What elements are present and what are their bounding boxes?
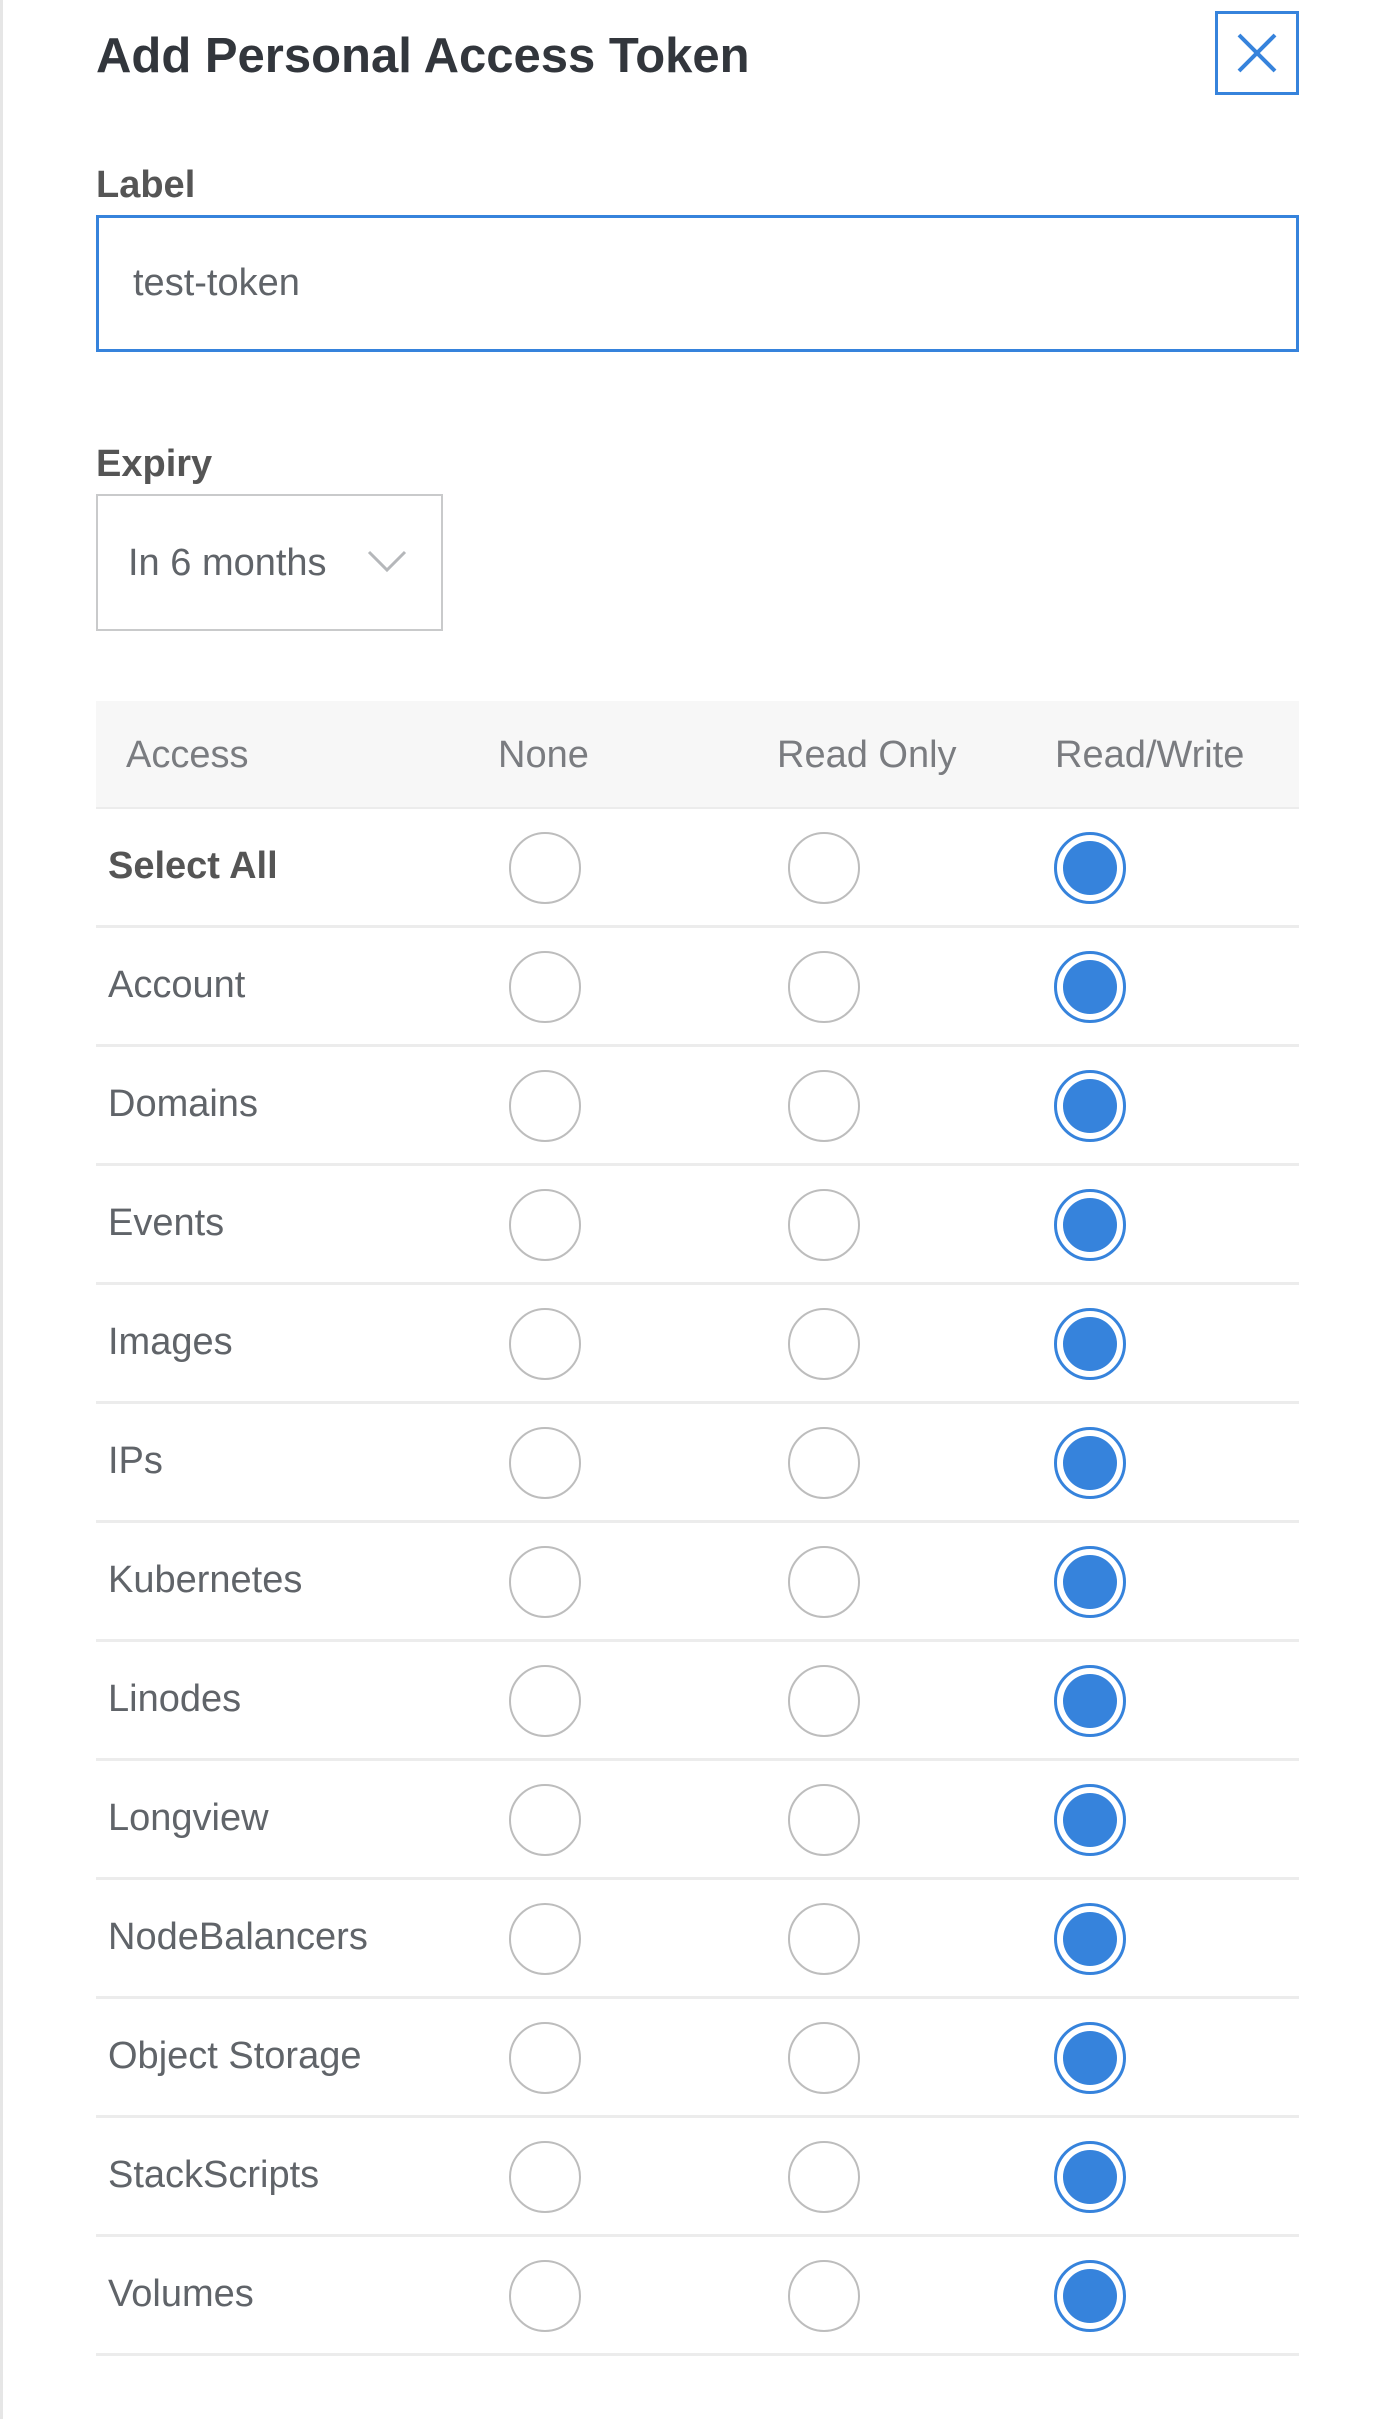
- radio-linodes-none[interactable]: [509, 1665, 581, 1737]
- row-label-account: Account: [108, 964, 246, 1006]
- radio-select-all-read-write[interactable]: [1054, 832, 1126, 904]
- header-read-write: Read/Write: [1055, 734, 1245, 776]
- add-token-drawer: Add Personal Access Token Label Expiry I…: [0, 0, 1388, 2419]
- radio-checked-dot: [1063, 2150, 1117, 2204]
- radio-stackscripts-none[interactable]: [509, 2141, 581, 2213]
- radio-select-all-none[interactable]: [509, 832, 581, 904]
- row-label-longview: Longview: [108, 1797, 269, 1839]
- row-label-events: Events: [108, 1202, 225, 1244]
- radio-volumes-read-write[interactable]: [1054, 2260, 1126, 2332]
- radio-nodebalancers-none[interactable]: [509, 1903, 581, 1975]
- radio-stackscripts-read-only[interactable]: [788, 2141, 860, 2213]
- radio-checked-dot: [1063, 1317, 1117, 1371]
- radio-images-read-write[interactable]: [1054, 1308, 1126, 1380]
- table-row: Account: [96, 928, 1299, 1047]
- radio-volumes-none[interactable]: [509, 2260, 581, 2332]
- select-all-label: Select All: [108, 845, 278, 887]
- radio-checked-dot: [1063, 1198, 1117, 1252]
- row-label-kubernetes: Kubernetes: [108, 1559, 303, 1601]
- radio-object-storage-read-only[interactable]: [788, 2022, 860, 2094]
- radio-ips-read-write[interactable]: [1054, 1427, 1126, 1499]
- expiry-select[interactable]: In 6 months: [96, 494, 443, 631]
- header-access: Access: [126, 734, 249, 776]
- table-row: StackScripts: [96, 2118, 1299, 2237]
- radio-linodes-read-write[interactable]: [1054, 1665, 1126, 1737]
- expiry-selected-value: In 6 months: [128, 542, 327, 584]
- radio-longview-read-only[interactable]: [788, 1784, 860, 1856]
- table-row: NodeBalancers: [96, 1880, 1299, 1999]
- close-button[interactable]: [1215, 11, 1299, 95]
- radio-kubernetes-read-only[interactable]: [788, 1546, 860, 1618]
- chevron-down-icon: [367, 550, 407, 573]
- radio-domains-read-write[interactable]: [1054, 1070, 1126, 1142]
- radio-checked-dot: [1063, 1079, 1117, 1133]
- table-row: IPs: [96, 1404, 1299, 1523]
- drawer-title: Add Personal Access Token: [96, 29, 750, 83]
- table-row: Volumes: [96, 2237, 1299, 2356]
- radio-nodebalancers-read-write[interactable]: [1054, 1903, 1126, 1975]
- table-row: Kubernetes: [96, 1523, 1299, 1642]
- radio-longview-read-write[interactable]: [1054, 1784, 1126, 1856]
- radio-domains-none[interactable]: [509, 1070, 581, 1142]
- radio-checked-dot: [1063, 2269, 1117, 2323]
- label-input[interactable]: [96, 215, 1299, 352]
- table-row: Linodes: [96, 1642, 1299, 1761]
- radio-checked-dot: [1063, 1912, 1117, 1966]
- radio-domains-read-only[interactable]: [788, 1070, 860, 1142]
- access-table-body: Select All Account Domains Events Images IPs K…: [96, 809, 1299, 2356]
- radio-volumes-read-only[interactable]: [788, 2260, 860, 2332]
- table-row: Object Storage: [96, 1999, 1299, 2118]
- radio-object-storage-none[interactable]: [509, 2022, 581, 2094]
- select-all-row: Select All: [96, 809, 1299, 928]
- radio-images-read-only[interactable]: [788, 1308, 860, 1380]
- radio-events-read-write[interactable]: [1054, 1189, 1126, 1261]
- radio-images-none[interactable]: [509, 1308, 581, 1380]
- row-label-volumes: Volumes: [108, 2273, 254, 2315]
- radio-longview-none[interactable]: [509, 1784, 581, 1856]
- label-field-label: Label: [96, 164, 196, 206]
- table-row: Longview: [96, 1761, 1299, 1880]
- radio-object-storage-read-write[interactable]: [1054, 2022, 1126, 2094]
- access-table: Access None Read Only Read/Write Select …: [96, 701, 1299, 2356]
- radio-kubernetes-none[interactable]: [509, 1546, 581, 1618]
- radio-stackscripts-read-write[interactable]: [1054, 2141, 1126, 2213]
- radio-linodes-read-only[interactable]: [788, 1665, 860, 1737]
- row-label-ips: IPs: [108, 1440, 163, 1482]
- radio-nodebalancers-read-only[interactable]: [788, 1903, 860, 1975]
- table-row: Events: [96, 1166, 1299, 1285]
- radio-ips-none[interactable]: [509, 1427, 581, 1499]
- radio-kubernetes-read-write[interactable]: [1054, 1546, 1126, 1618]
- radio-account-read-only[interactable]: [788, 951, 860, 1023]
- close-icon: [1237, 33, 1277, 73]
- row-label-object-storage: Object Storage: [108, 2035, 362, 2077]
- row-label-nodebalancers: NodeBalancers: [108, 1916, 368, 1958]
- table-row: Images: [96, 1285, 1299, 1404]
- header-none: None: [498, 734, 589, 776]
- radio-account-none[interactable]: [509, 951, 581, 1023]
- radio-checked-dot: [1063, 2031, 1117, 2085]
- expiry-field-label: Expiry: [96, 443, 213, 485]
- table-row: Domains: [96, 1047, 1299, 1166]
- radio-account-read-write[interactable]: [1054, 951, 1126, 1023]
- radio-checked-dot: [1063, 1674, 1117, 1728]
- radio-checked-dot: [1063, 1555, 1117, 1609]
- row-label-linodes: Linodes: [108, 1678, 242, 1720]
- radio-checked-dot: [1063, 841, 1117, 895]
- radio-checked-dot: [1063, 1436, 1117, 1490]
- row-label-domains: Domains: [108, 1083, 258, 1125]
- radio-ips-read-only[interactable]: [788, 1427, 860, 1499]
- radio-checked-dot: [1063, 960, 1117, 1014]
- row-label-stackscripts: StackScripts: [108, 2154, 320, 2196]
- access-table-header: Access None Read Only Read/Write: [96, 701, 1299, 809]
- radio-events-read-only[interactable]: [788, 1189, 860, 1261]
- radio-checked-dot: [1063, 1793, 1117, 1847]
- radio-select-all-read-only[interactable]: [788, 832, 860, 904]
- radio-events-none[interactable]: [509, 1189, 581, 1261]
- header-read-only: Read Only: [777, 734, 957, 776]
- row-label-images: Images: [108, 1321, 233, 1363]
